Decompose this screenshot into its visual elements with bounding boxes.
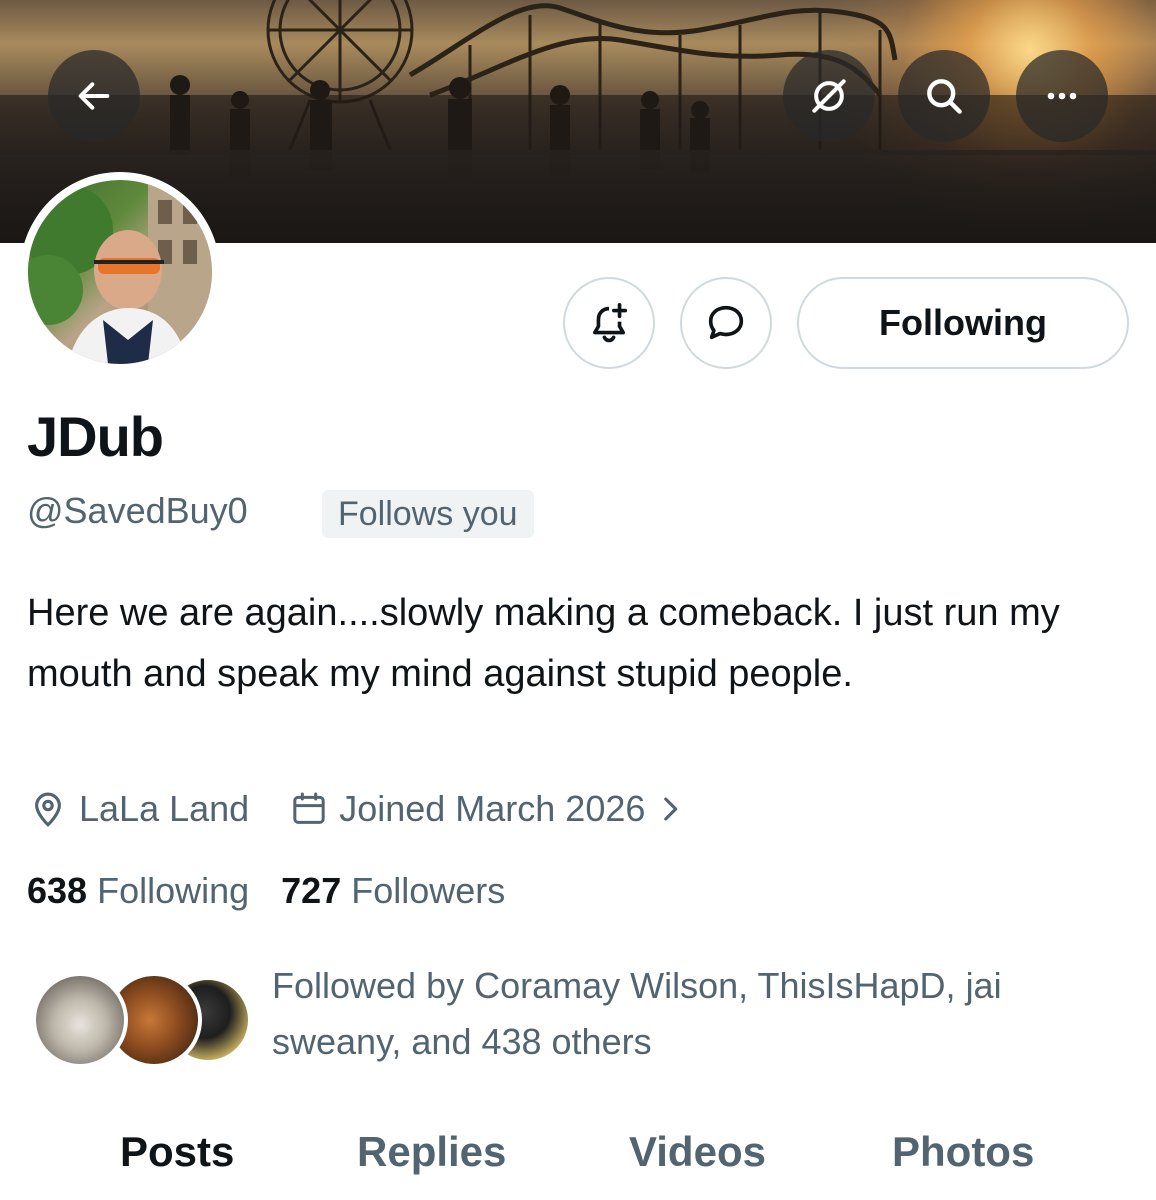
calendar-icon — [293, 792, 325, 824]
following-button[interactable]: Following — [797, 277, 1129, 369]
tab-photos[interactable]: Photos — [892, 1128, 1034, 1176]
search-button[interactable] — [898, 50, 990, 142]
following-stat[interactable]: 638 Following — [27, 870, 249, 912]
tab-replies[interactable]: Replies — [357, 1128, 506, 1176]
mutual-avatar — [32, 972, 128, 1068]
following-label: Following — [97, 870, 250, 911]
more-options-button[interactable] — [1016, 50, 1108, 142]
more-horizontal-icon — [1047, 92, 1077, 100]
follows-you-badge: Follows you — [322, 490, 534, 538]
grok-translate-icon — [812, 79, 846, 113]
arrow-left-icon — [78, 82, 110, 110]
followers-stat[interactable]: 727 Followers — [281, 870, 505, 912]
notifications-button[interactable] — [563, 277, 655, 369]
message-button[interactable] — [680, 277, 772, 369]
avatar-photo — [28, 180, 212, 364]
location-pin-icon — [35, 792, 61, 827]
mutual-avatars[interactable] — [32, 972, 252, 1068]
following-count: 638 — [27, 870, 88, 911]
tab-posts[interactable]: Posts — [120, 1128, 234, 1176]
search-icon — [927, 79, 962, 114]
joined-date[interactable]: Joined March 2026 — [289, 788, 697, 830]
followers-count: 727 — [281, 870, 342, 911]
tab-videos[interactable]: Videos — [629, 1128, 766, 1176]
location: LaLa Land — [27, 788, 249, 830]
joined-text: Joined March 2026 — [339, 788, 646, 829]
followed-by-text[interactable]: Followed by Coramay Wilson, ThisIsHapD, … — [272, 958, 1102, 1070]
grok-translate-button[interactable] — [783, 50, 875, 142]
location-text: LaLa Land — [79, 788, 250, 829]
bell-plus-icon — [592, 302, 628, 343]
back-button[interactable] — [48, 50, 140, 142]
username-handle: @SavedBuy0 — [27, 490, 248, 531]
chevron-right-icon — [664, 797, 678, 821]
message-bubble-icon — [708, 305, 744, 340]
profile-bio: Here we are again....slowly making a com… — [27, 592, 1060, 695]
profile-avatar[interactable] — [20, 172, 220, 372]
profile-meta: LaLa Land Joined March 2026 — [27, 788, 697, 830]
follow-stats: 638 Following 727 Followers — [27, 870, 537, 912]
profile-tabs: Posts Replies Videos Photos — [0, 1120, 1156, 1200]
display-name: JDub — [27, 405, 164, 468]
followers-label: Followers — [351, 870, 506, 911]
